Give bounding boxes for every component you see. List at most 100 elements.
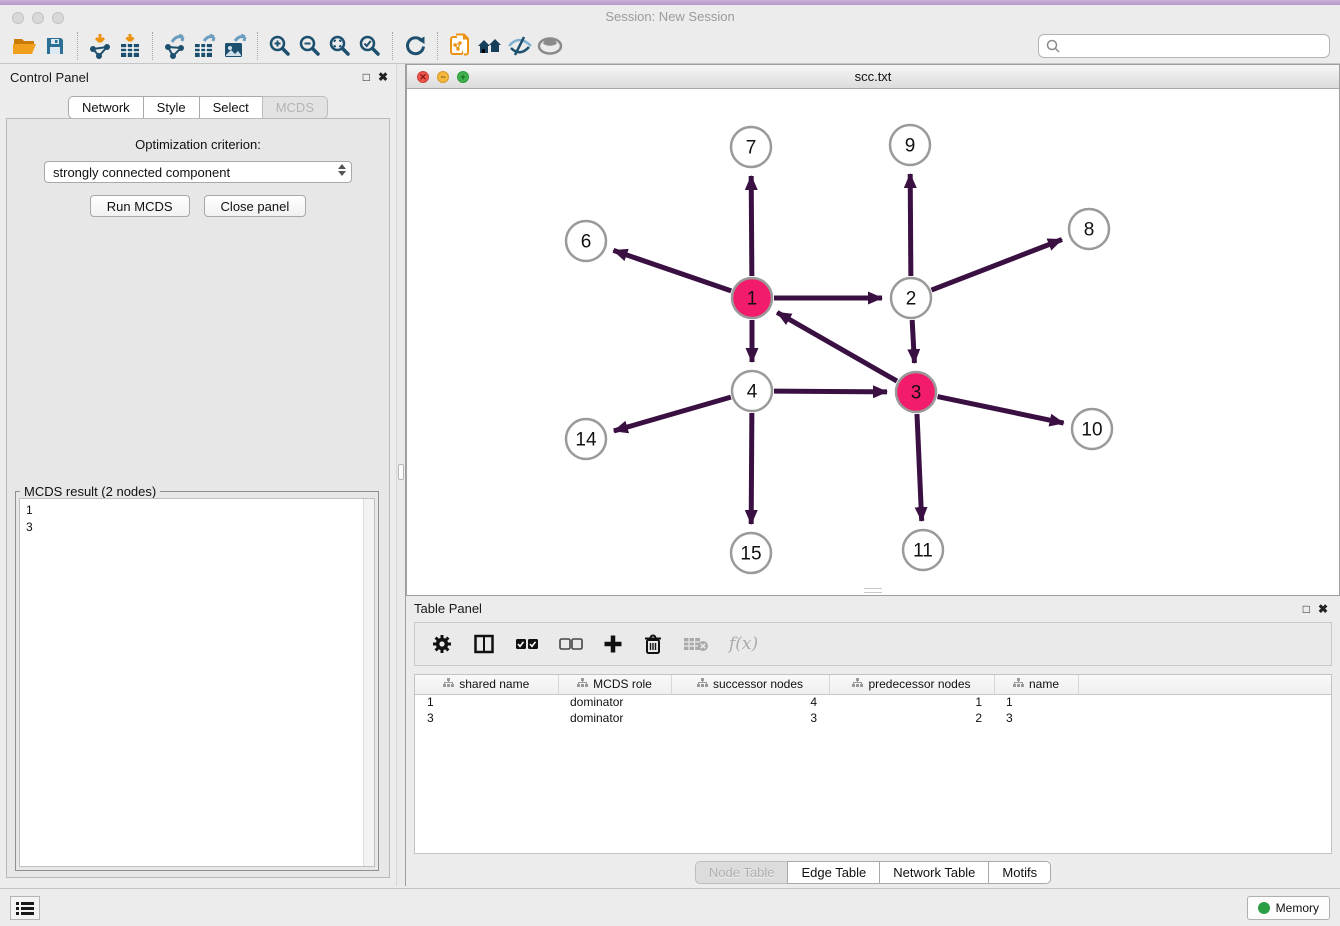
- network-canvas[interactable]: 7 9 6 8 1 2 4 3 14 10 15 11: [407, 89, 1339, 595]
- column-edit-icon[interactable]: [852, 677, 863, 691]
- edge-2-8[interactable]: [932, 239, 1062, 290]
- edge-4-14[interactable]: [614, 397, 731, 431]
- tab-node-table[interactable]: Node Table: [695, 861, 788, 884]
- zoom-selected-icon[interactable]: [355, 32, 385, 60]
- control-panel: Control Panel □ ✖ NetworkStyleSelectMCDS…: [0, 64, 396, 886]
- column-edit-icon[interactable]: [697, 677, 708, 691]
- export-image-icon[interactable]: [220, 32, 250, 60]
- tab-edge-table[interactable]: Edge Table: [787, 861, 879, 884]
- float-table-panel-icon[interactable]: □: [1303, 602, 1310, 616]
- edge-3-1[interactable]: [777, 312, 897, 381]
- node-6[interactable]: 6: [566, 221, 606, 261]
- delete-table-icon[interactable]: [683, 636, 709, 652]
- edge-1-7[interactable]: [751, 176, 752, 276]
- column-edit-icon[interactable]: [577, 677, 588, 691]
- edge-2-9[interactable]: [910, 174, 911, 276]
- export-table-icon[interactable]: [190, 32, 220, 60]
- toggle-style-icon[interactable]: [505, 32, 535, 60]
- splitter-handle[interactable]: [398, 464, 404, 480]
- vertical-splitter[interactable]: [396, 64, 406, 886]
- close-table-panel-icon[interactable]: ✖: [1318, 602, 1328, 616]
- table-cell[interactable]: 3: [671, 710, 829, 726]
- tab-style[interactable]: Style: [143, 96, 199, 119]
- tab-network[interactable]: Network: [68, 96, 143, 119]
- edge-4-3[interactable]: [774, 391, 887, 392]
- deselect-all-icon[interactable]: [559, 638, 583, 650]
- node-10[interactable]: 10: [1072, 409, 1112, 449]
- table-cell[interactable]: 4: [671, 694, 829, 710]
- show-columns-icon[interactable]: [473, 633, 495, 655]
- column-header-MCDS-role[interactable]: MCDS role: [558, 675, 671, 694]
- column-edit-icon[interactable]: [1013, 677, 1024, 691]
- table-cell[interactable]: 2: [829, 710, 994, 726]
- function-builder-icon[interactable]: f(x): [729, 634, 758, 654]
- show-hide-icon[interactable]: [535, 32, 565, 60]
- mcds-result-title: MCDS result (2 nodes): [20, 484, 160, 499]
- export-network-icon[interactable]: [160, 32, 190, 60]
- edge-4-15[interactable]: [751, 413, 752, 524]
- result-scrollbar[interactable]: [363, 499, 374, 866]
- edge-2-3[interactable]: [912, 320, 914, 363]
- edge-1-6[interactable]: [613, 250, 731, 290]
- table-row[interactable]: 3dominator323: [415, 710, 1331, 726]
- zoom-in-icon[interactable]: [265, 32, 295, 60]
- task-history-button[interactable]: [10, 896, 40, 920]
- mcds-result-textarea[interactable]: 13: [19, 498, 375, 867]
- optimization-criterion-label: Optimization criterion:: [7, 137, 389, 152]
- search-input[interactable]: [1061, 37, 1329, 55]
- tab-network-table[interactable]: Network Table: [879, 861, 988, 884]
- delete-row-icon[interactable]: [643, 633, 663, 655]
- close-panel-button[interactable]: Close panel: [204, 195, 307, 217]
- add-row-icon[interactable]: [603, 634, 623, 654]
- node-2[interactable]: 2: [891, 278, 931, 318]
- column-edit-icon[interactable]: [443, 677, 454, 691]
- close-panel-icon[interactable]: ✖: [378, 70, 388, 84]
- node-label: 4: [747, 382, 758, 403]
- node-11[interactable]: 11: [903, 530, 943, 570]
- float-panel-icon[interactable]: □: [363, 70, 370, 84]
- table-cell[interactable]: 1: [994, 694, 1078, 710]
- import-table-icon[interactable]: [115, 32, 145, 60]
- tab-mcds[interactable]: MCDS: [262, 96, 328, 119]
- edge-3-11[interactable]: [917, 414, 922, 521]
- canvas-grip-handle[interactable]: [864, 588, 882, 593]
- table-cell[interactable]: dominator: [558, 694, 671, 710]
- edge-3-10[interactable]: [938, 397, 1064, 424]
- column-header-filler: [1078, 675, 1331, 694]
- table-cell[interactable]: 3: [415, 710, 558, 726]
- column-header-shared-name[interactable]: shared name: [415, 675, 558, 694]
- table-cell[interactable]: dominator: [558, 710, 671, 726]
- node-4[interactable]: 4: [732, 371, 772, 411]
- node-7[interactable]: 7: [731, 127, 771, 167]
- open-session-icon[interactable]: [10, 32, 40, 60]
- node-8[interactable]: 8: [1069, 209, 1109, 249]
- column-header-predecessor-nodes[interactable]: predecessor nodes: [829, 675, 994, 694]
- clone-network-icon[interactable]: [445, 32, 475, 60]
- network-window-titlebar[interactable]: ✕ − + scc.txt: [407, 65, 1339, 89]
- table-cell[interactable]: 3: [994, 710, 1078, 726]
- table-cell[interactable]: 1: [415, 694, 558, 710]
- tab-select[interactable]: Select: [199, 96, 262, 119]
- apply-layout-icon[interactable]: [475, 32, 505, 60]
- memory-button[interactable]: Memory: [1247, 896, 1330, 920]
- zoom-out-icon[interactable]: [295, 32, 325, 60]
- table-settings-icon[interactable]: [431, 633, 453, 655]
- column-header-name[interactable]: name: [994, 675, 1078, 694]
- node-14[interactable]: 14: [566, 419, 606, 459]
- node-3[interactable]: 3: [896, 372, 936, 412]
- refresh-layout-icon[interactable]: [400, 32, 430, 60]
- save-session-icon[interactable]: [40, 32, 70, 60]
- node-9[interactable]: 9: [890, 125, 930, 165]
- node-1[interactable]: 1: [732, 278, 772, 318]
- optimization-criterion-select[interactable]: strongly connected component: [44, 161, 352, 183]
- tab-motifs[interactable]: Motifs: [988, 861, 1051, 884]
- table-cell[interactable]: 1: [829, 694, 994, 710]
- node-15[interactable]: 15: [731, 533, 771, 573]
- app-title: Session: New Session: [0, 9, 1340, 24]
- import-network-icon[interactable]: [85, 32, 115, 60]
- run-mcds-button[interactable]: Run MCDS: [90, 195, 190, 217]
- table-row[interactable]: 1dominator411: [415, 694, 1331, 710]
- column-header-successor-nodes[interactable]: successor nodes: [671, 675, 829, 694]
- select-all-icon[interactable]: [515, 638, 539, 650]
- zoom-fit-icon[interactable]: [325, 32, 355, 60]
